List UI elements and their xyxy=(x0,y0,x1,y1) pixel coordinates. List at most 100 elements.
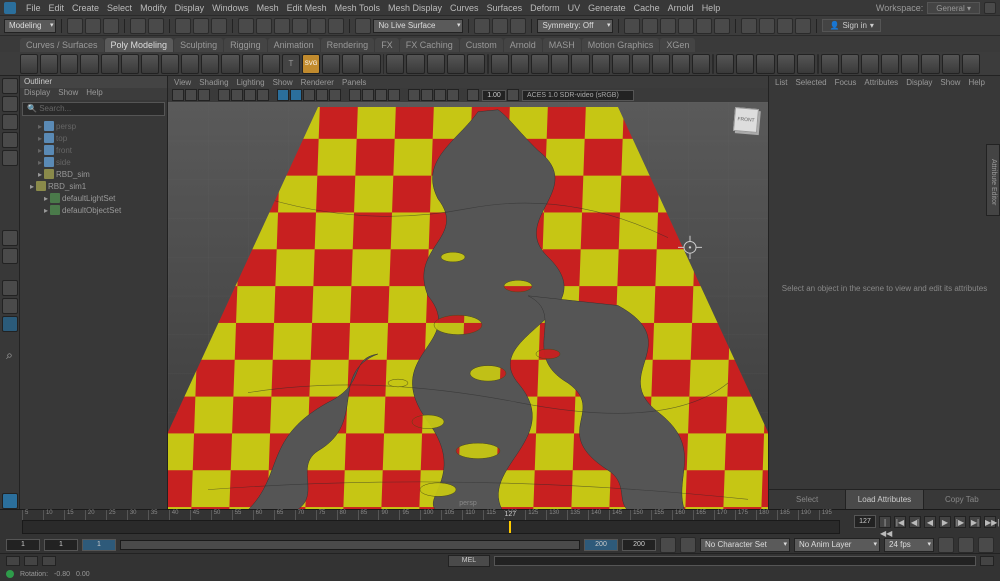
tab-fxcaching[interactable]: FX Caching xyxy=(400,38,459,52)
mirror-icon[interactable] xyxy=(821,54,839,74)
prefs-icon[interactable] xyxy=(978,537,994,553)
vt-colorspace-dropdown[interactable]: ACES 1.0 SDR-video (sRGB) xyxy=(522,90,634,101)
tab-fx[interactable]: FX xyxy=(375,38,399,52)
go-end-icon[interactable]: ▶▶| xyxy=(984,516,996,528)
offset-edge-loop-icon[interactable] xyxy=(756,54,774,74)
autokey-icon[interactable] xyxy=(938,537,954,553)
live-surface-icon[interactable] xyxy=(355,18,371,34)
snap-live-icon[interactable] xyxy=(310,18,326,34)
menu-curves[interactable]: Curves xyxy=(450,3,479,13)
step-back-key-icon[interactable]: |◀ xyxy=(894,516,906,528)
extrude-icon[interactable] xyxy=(491,54,509,74)
construction-history-icon[interactable] xyxy=(492,18,508,34)
tab-sculpting[interactable]: Sculpting xyxy=(174,38,223,52)
range-end-field[interactable]: 200 xyxy=(622,539,656,551)
vt-wireframe-shaded-icon[interactable] xyxy=(388,89,400,101)
poly-plane-icon[interactable] xyxy=(121,54,139,74)
vt-ao-icon[interactable] xyxy=(421,89,433,101)
bridge-icon[interactable] xyxy=(531,54,549,74)
poly-sphere-icon[interactable] xyxy=(20,54,38,74)
poly-helix-icon[interactable] xyxy=(242,54,260,74)
vt-camera-icon[interactable] xyxy=(172,89,184,101)
symmetry-dropdown[interactable]: Symmetry: Off xyxy=(537,19,613,33)
attr-menu-list[interactable]: List xyxy=(775,78,787,87)
tab-animation[interactable]: Animation xyxy=(268,38,320,52)
retopo-icon[interactable] xyxy=(901,54,919,74)
play-back-icon[interactable]: ◀ xyxy=(924,516,936,528)
menu-cache[interactable]: Cache xyxy=(634,3,660,13)
tab-mash[interactable]: MASH xyxy=(543,38,581,52)
outliner-item[interactable]: ▸side xyxy=(22,156,165,168)
range-opt2-icon[interactable] xyxy=(680,537,696,553)
step-forward-key-icon[interactable]: ▶| xyxy=(969,516,981,528)
menu-editmesh[interactable]: Edit Mesh xyxy=(287,3,327,13)
merge-icon[interactable] xyxy=(652,54,670,74)
vt-image-plane-icon[interactable] xyxy=(198,89,210,101)
vt-xray-joints-icon[interactable] xyxy=(375,89,387,101)
history-icon[interactable] xyxy=(474,18,490,34)
hypershade-icon[interactable] xyxy=(678,18,694,34)
poly-disc-icon[interactable] xyxy=(141,54,159,74)
superellipse-icon[interactable] xyxy=(322,54,340,74)
attr-select-button[interactable]: Select xyxy=(769,490,845,509)
volume-icon[interactable] xyxy=(958,537,974,553)
tab-rendering[interactable]: Rendering xyxy=(321,38,375,52)
combine-icon[interactable] xyxy=(386,54,404,74)
panel-layout4-icon[interactable] xyxy=(795,18,811,34)
crease-icon[interactable] xyxy=(777,54,795,74)
mel-label[interactable]: MEL xyxy=(448,555,490,567)
outliner-search-input[interactable]: 🔍 Search... xyxy=(22,102,165,116)
range-slider-start-field[interactable]: 1 xyxy=(82,539,116,551)
target-weld-icon[interactable] xyxy=(692,54,710,74)
vt-aa-icon[interactable] xyxy=(434,89,446,101)
lighting-icon[interactable] xyxy=(714,18,730,34)
range-slider[interactable] xyxy=(120,540,580,550)
viewport-3d[interactable]: FRONT persp xyxy=(168,102,768,509)
merge-center-icon[interactable] xyxy=(672,54,690,74)
vt-xray-icon[interactable] xyxy=(362,89,374,101)
tab-xgen[interactable]: XGen xyxy=(660,38,695,52)
attr-menu-help[interactable]: Help xyxy=(968,78,984,87)
anim-layer-dropdown[interactable]: No Anim Layer xyxy=(794,538,880,552)
bevel-icon[interactable] xyxy=(511,54,529,74)
render-setup-icon[interactable] xyxy=(696,18,712,34)
open-scene-icon[interactable] xyxy=(85,18,101,34)
snap-curve-icon[interactable] xyxy=(256,18,272,34)
poly-pipe-icon[interactable] xyxy=(221,54,239,74)
maya-logo-icon[interactable] xyxy=(2,493,18,509)
sidebar-toggle-icon[interactable] xyxy=(984,2,996,14)
tab-arnold[interactable]: Arnold xyxy=(504,38,542,52)
connect-icon[interactable] xyxy=(612,54,630,74)
ipr-render-icon[interactable] xyxy=(642,18,658,34)
smooth-icon[interactable] xyxy=(797,54,815,74)
reduce-icon[interactable] xyxy=(881,54,899,74)
multicut-icon[interactable] xyxy=(716,54,734,74)
go-start-icon[interactable]: |◀◀ xyxy=(879,516,891,528)
quadrangulate-icon[interactable] xyxy=(861,54,879,74)
vt-film-gate-icon[interactable] xyxy=(231,89,243,101)
lasso-tool-icon[interactable] xyxy=(2,96,18,112)
viewport-menu-renderer[interactable]: Renderer xyxy=(301,78,334,87)
four-pane-icon[interactable] xyxy=(2,248,18,264)
attr-load-button[interactable]: Load Attributes xyxy=(845,490,922,509)
move-tool-icon[interactable] xyxy=(2,114,18,130)
current-frame-field[interactable]: 127 xyxy=(854,515,876,528)
append-poly-icon[interactable] xyxy=(571,54,589,74)
attr-menu-selected[interactable]: Selected xyxy=(795,78,826,87)
tab-motiongraphics[interactable]: Motion Graphics xyxy=(582,38,660,52)
rotate-tool-icon[interactable] xyxy=(2,132,18,148)
layout2-icon[interactable] xyxy=(2,298,18,314)
svg-icon[interactable]: SVG xyxy=(302,54,320,74)
outliner-item[interactable]: ▸RBD_sim1 xyxy=(22,180,165,192)
outliner-item[interactable]: ▸defaultObjectSet xyxy=(22,204,165,216)
outliner-item[interactable]: ▸persp xyxy=(22,120,165,132)
snap-view-icon[interactable] xyxy=(328,18,344,34)
poly-gear-icon[interactable] xyxy=(262,54,280,74)
tab-curves[interactable]: Curves / Surfaces xyxy=(20,38,104,52)
outliner-item[interactable]: ▸front xyxy=(22,144,165,156)
vt-shaded-icon[interactable] xyxy=(290,89,302,101)
outliner-item[interactable]: ▸defaultLightSet xyxy=(22,192,165,204)
timeline[interactable]: 5101520253035404550556065707580859095100… xyxy=(0,509,1000,537)
select-mode-icon[interactable] xyxy=(175,18,191,34)
menu-meshtools[interactable]: Mesh Tools xyxy=(335,3,380,13)
